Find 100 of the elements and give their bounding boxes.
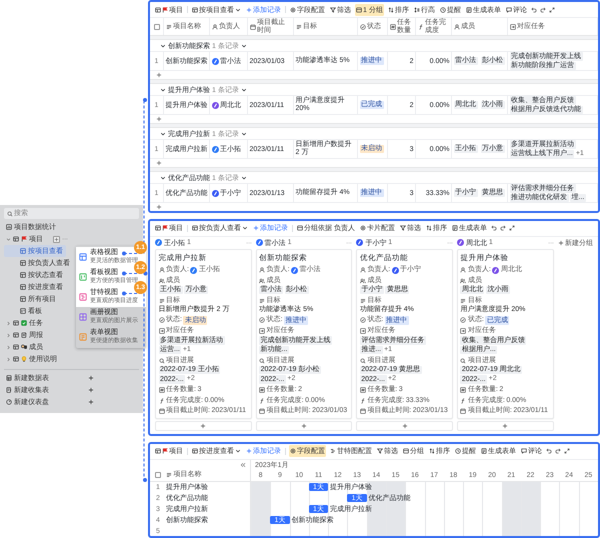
redo-icon[interactable] xyxy=(540,6,546,12)
table-icon xyxy=(20,248,26,254)
caret-icon xyxy=(235,6,241,12)
plus-icon xyxy=(200,423,206,430)
sort-icon xyxy=(426,225,432,232)
dashboard-icon xyxy=(6,399,12,405)
status-icon xyxy=(259,317,266,324)
flag-icon xyxy=(162,6,168,12)
collapse-icon[interactable] xyxy=(240,462,246,468)
bulb-icon xyxy=(21,356,27,362)
caret-icon[interactable] xyxy=(240,174,247,180)
number-icon xyxy=(390,24,396,30)
status-icon xyxy=(360,317,366,324)
link-icon xyxy=(158,328,164,334)
checkbox[interactable] xyxy=(155,472,161,478)
sort-icon xyxy=(429,448,435,454)
search-icon xyxy=(360,358,366,364)
person-icon xyxy=(158,267,164,274)
link-icon xyxy=(259,328,266,334)
caret-icon xyxy=(235,448,241,454)
caret-icon[interactable] xyxy=(240,86,247,92)
plus-icon xyxy=(502,423,508,430)
plus-icon[interactable] xyxy=(88,399,94,405)
text-icon xyxy=(360,298,366,304)
search-icon xyxy=(6,210,12,216)
plus-icon[interactable] xyxy=(88,375,94,381)
formula-icon xyxy=(259,398,266,404)
group-icon xyxy=(356,6,362,12)
caret-icon[interactable] xyxy=(240,42,247,48)
table-icon xyxy=(192,225,198,232)
expand-icon[interactable] xyxy=(564,448,570,454)
plus-icon xyxy=(300,423,307,430)
flag-icon xyxy=(162,448,168,454)
expand-icon[interactable] xyxy=(508,225,515,232)
plus-icon xyxy=(402,423,408,430)
add-button[interactable] xyxy=(53,236,60,242)
filter-icon xyxy=(330,6,336,12)
table-icon xyxy=(13,236,19,242)
plus-icon[interactable] xyxy=(156,116,162,122)
redo-icon[interactable] xyxy=(555,448,561,454)
number-icon xyxy=(360,387,366,394)
undo-icon[interactable] xyxy=(546,448,552,454)
caret-icon xyxy=(6,320,11,326)
table-icon xyxy=(192,448,198,454)
people-icon xyxy=(460,278,466,284)
search-icon xyxy=(259,358,266,364)
table-icon xyxy=(20,284,26,290)
form-icon xyxy=(452,225,458,232)
people-icon xyxy=(360,278,366,284)
gear-icon xyxy=(290,6,296,12)
caret-icon xyxy=(6,332,11,338)
kanban-icon xyxy=(20,308,26,314)
link-icon xyxy=(460,328,466,334)
plus-icon xyxy=(246,448,252,454)
caret-icon[interactable] xyxy=(160,130,166,136)
plus-icon[interactable] xyxy=(88,387,94,393)
text-icon xyxy=(166,472,172,478)
table-icon xyxy=(20,272,26,278)
text-icon xyxy=(259,298,266,304)
link-icon xyxy=(360,328,366,334)
plus-icon xyxy=(558,240,564,246)
notepad-icon xyxy=(21,332,27,338)
form-icon xyxy=(466,6,472,12)
undo-icon[interactable] xyxy=(490,225,497,232)
text-icon xyxy=(296,24,302,30)
chart-icon xyxy=(6,224,12,230)
plus-icon[interactable] xyxy=(156,204,162,210)
caret-icon[interactable] xyxy=(240,130,247,136)
calendar-icon xyxy=(250,24,256,30)
undo-icon[interactable] xyxy=(530,6,537,12)
plus-icon[interactable] xyxy=(156,72,162,78)
caret-icon[interactable] xyxy=(160,86,166,92)
gear-icon xyxy=(290,448,296,454)
expand-icon[interactable] xyxy=(548,6,555,12)
caret-icon xyxy=(6,356,11,362)
sort-icon xyxy=(388,6,394,12)
caret-icon[interactable] xyxy=(160,174,166,180)
link-icon xyxy=(510,24,516,30)
calendar-icon xyxy=(460,408,466,414)
gear-icon xyxy=(360,225,366,232)
checkbox[interactable] xyxy=(154,24,160,30)
calendar-icon xyxy=(360,408,366,414)
plus-icon[interactable] xyxy=(156,160,162,166)
clock-icon xyxy=(455,448,461,454)
filter-icon xyxy=(377,448,383,454)
table-icon xyxy=(155,448,161,454)
caret-icon[interactable] xyxy=(160,42,166,48)
text-icon xyxy=(166,24,172,30)
formula-icon xyxy=(418,24,424,30)
row-height-icon xyxy=(414,6,420,12)
gantt-icon xyxy=(330,448,336,454)
table-icon xyxy=(20,260,26,266)
collect-icon xyxy=(6,387,12,393)
table-icon xyxy=(20,296,26,302)
person-icon xyxy=(460,267,466,274)
redo-icon[interactable] xyxy=(500,225,506,232)
form-icon xyxy=(481,448,487,454)
number-icon xyxy=(460,387,466,394)
table-icon xyxy=(13,320,19,326)
comment-icon xyxy=(521,448,527,454)
